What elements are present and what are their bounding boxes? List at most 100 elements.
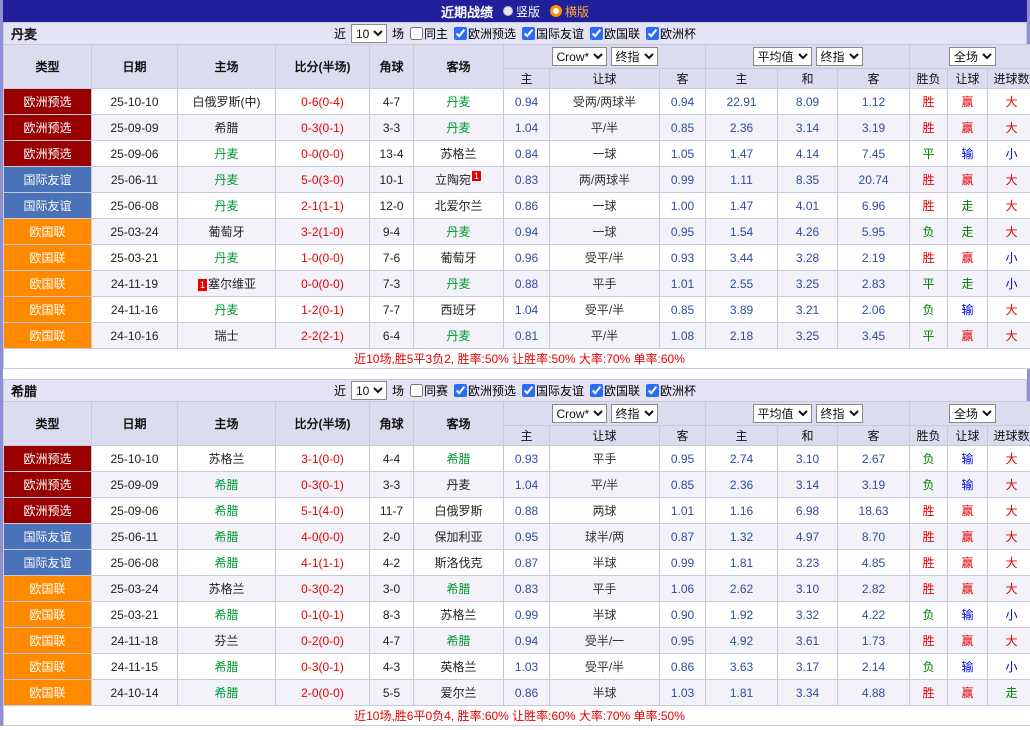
same-filter-checkbox[interactable] <box>409 384 423 397</box>
home-odds: 0.93 <box>503 445 550 472</box>
odds-time-select[interactable]: 终指 <box>610 47 658 66</box>
away-team[interactable]: 希腊 <box>413 627 504 654</box>
corners: 7-7 <box>369 296 414 323</box>
away-team[interactable]: 葡萄牙 <box>413 244 504 271</box>
home-team[interactable]: 丹麦 <box>177 244 276 271</box>
league-filter-1-checkbox[interactable] <box>522 27 535 40</box>
home-team[interactable]: 希腊 <box>177 471 276 498</box>
home-team[interactable]: 希腊 <box>177 549 276 576</box>
home-team[interactable]: 丹麦 <box>177 192 276 219</box>
away-team[interactable]: 希腊 <box>413 445 504 472</box>
away-team[interactable]: 斯洛伐克 <box>413 549 504 576</box>
home-team[interactable]: 瑞士 <box>177 322 276 349</box>
layout-horizontal-radio[interactable]: 横版 <box>550 3 589 20</box>
result-handicap: 输 <box>947 445 989 472</box>
away-team[interactable]: 保加利亚 <box>413 523 504 550</box>
league-badge: 欧洲预选 <box>3 114 92 141</box>
match-count-select[interactable]: 10 <box>350 381 387 400</box>
match-row: 欧洲预选 25-09-09 希腊 0-3(0-1) 3-3 丹麦 1.04 平/半 0.85 2.… <box>3 114 1030 141</box>
scope-select[interactable]: 全场 <box>949 404 997 423</box>
away-team[interactable]: 北爱尔兰 <box>413 192 504 219</box>
result-goals: 大 <box>987 549 1030 576</box>
league-filter-1-label: 国际友谊 <box>536 27 585 41</box>
league-filter-3[interactable]: 欧洲杯 <box>643 382 696 399</box>
league-filter-2-checkbox[interactable] <box>590 384 604 397</box>
league-filter-3-checkbox[interactable] <box>646 27 660 40</box>
home-odds: 0.96 <box>503 244 550 271</box>
sub-col-header: 客 <box>658 68 707 89</box>
result-handicap: 输 <box>947 653 989 680</box>
avg-time-select[interactable]: 终指 <box>815 404 863 423</box>
home-team[interactable]: 希腊 <box>177 653 276 680</box>
match-date: 25-10-10 <box>91 445 178 472</box>
avg-time-select[interactable]: 终指 <box>815 47 863 66</box>
away-team[interactable]: 丹麦 <box>413 218 504 245</box>
home-team[interactable]: 希腊 <box>177 679 276 706</box>
away-team[interactable]: 丹麦 <box>413 471 504 498</box>
away-team[interactable]: 丹麦 <box>413 322 504 349</box>
match-row: 欧国联 24-11-16 丹麦 1-2(0-1) 7-7 西班牙 1.04 受平/半 0.85 3… <box>3 296 1030 323</box>
away-team-name: 西班牙 <box>440 303 477 317</box>
match-count-select[interactable]: 10 <box>350 24 387 43</box>
league-filter-2-checkbox[interactable] <box>590 27 604 40</box>
league-filter-1[interactable]: 国际友谊 <box>519 382 584 399</box>
avg-source-select[interactable]: 平均值 <box>752 47 812 66</box>
same-filter[interactable]: 同赛 <box>407 382 448 399</box>
home-team[interactable]: 希腊 <box>177 114 276 141</box>
same-filter[interactable]: 同主 <box>407 25 448 42</box>
away-team[interactable]: 立陶宛 1 <box>413 166 504 193</box>
league-filter-1-checkbox[interactable] <box>522 384 535 397</box>
league-filter-0[interactable]: 欧洲预选 <box>451 25 516 42</box>
sub-col-header: 让球 <box>947 425 989 446</box>
handicap: 半球 <box>549 549 660 576</box>
corners: 4-4 <box>369 445 414 472</box>
home-team[interactable]: 希腊 <box>177 523 276 550</box>
same-filter-checkbox[interactable] <box>409 27 423 40</box>
home-team[interactable]: 希腊 <box>177 497 276 524</box>
scope-group-header: 全场 <box>909 401 1030 426</box>
league-filter-0-checkbox[interactable] <box>453 384 467 397</box>
home-team[interactable]: 丹麦 <box>177 140 276 167</box>
away-team[interactable]: 丹麦 <box>413 88 504 115</box>
home-team[interactable]: 1 塞尔维亚 <box>177 270 276 297</box>
result-wdl: 胜 <box>909 523 949 550</box>
away-team[interactable]: 苏格兰 <box>413 601 504 628</box>
team-section-希腊: 希腊近 10 场同赛 欧洲预选 国际友谊 欧国联 欧洲杯 类型 日期 主场 比分(半场) 角球 客场 Cr… <box>2 379 1030 726</box>
league-filter-1[interactable]: 国际友谊 <box>519 25 584 42</box>
league-filter-0[interactable]: 欧洲预选 <box>451 382 516 399</box>
away-team[interactable]: 西班牙 <box>413 296 504 323</box>
sub-col-header: 让球 <box>549 68 660 89</box>
away-odds: 0.95 <box>658 627 707 654</box>
home-team[interactable]: 白俄罗斯(中) <box>177 88 276 115</box>
away-team[interactable]: 爱尔兰 <box>413 679 504 706</box>
home-odds: 0.83 <box>503 166 550 193</box>
home-team[interactable]: 葡萄牙 <box>177 218 276 245</box>
league-filter-0-checkbox[interactable] <box>453 27 467 40</box>
home-team[interactable]: 丹麦 <box>177 296 276 323</box>
home-team[interactable]: 芬兰 <box>177 627 276 654</box>
odds-time-select[interactable]: 终指 <box>610 404 658 423</box>
home-team-name: 丹麦 <box>214 251 239 265</box>
league-filter-3[interactable]: 欧洲杯 <box>643 25 696 42</box>
scope-select[interactable]: 全场 <box>949 47 997 66</box>
away-team[interactable]: 丹麦 <box>413 270 504 297</box>
away-team[interactable]: 苏格兰 <box>413 140 504 167</box>
home-team[interactable]: 苏格兰 <box>177 445 276 472</box>
odds-source-select[interactable]: Crow* <box>551 47 607 66</box>
odds-source-select[interactable]: Crow* <box>551 404 607 423</box>
games-label: 场 <box>391 384 404 398</box>
away-team[interactable]: 丹麦 <box>413 114 504 141</box>
away-team[interactable]: 希腊 <box>413 575 504 602</box>
league-filter-3-checkbox[interactable] <box>646 384 660 397</box>
home-team[interactable]: 丹麦 <box>177 166 276 193</box>
result-goals: 走 <box>987 679 1030 706</box>
avg-source-select[interactable]: 平均值 <box>752 404 812 423</box>
away-team[interactable]: 白俄罗斯 <box>413 497 504 524</box>
layout-vertical-radio[interactable]: 竖版 <box>502 3 540 20</box>
home-team[interactable]: 希腊 <box>177 601 276 628</box>
score: 0-3(0-1) <box>275 114 370 141</box>
away-team[interactable]: 英格兰 <box>413 653 504 680</box>
home-team[interactable]: 苏格兰 <box>177 575 276 602</box>
league-filter-2[interactable]: 欧国联 <box>587 382 640 399</box>
league-filter-2[interactable]: 欧国联 <box>587 25 640 42</box>
